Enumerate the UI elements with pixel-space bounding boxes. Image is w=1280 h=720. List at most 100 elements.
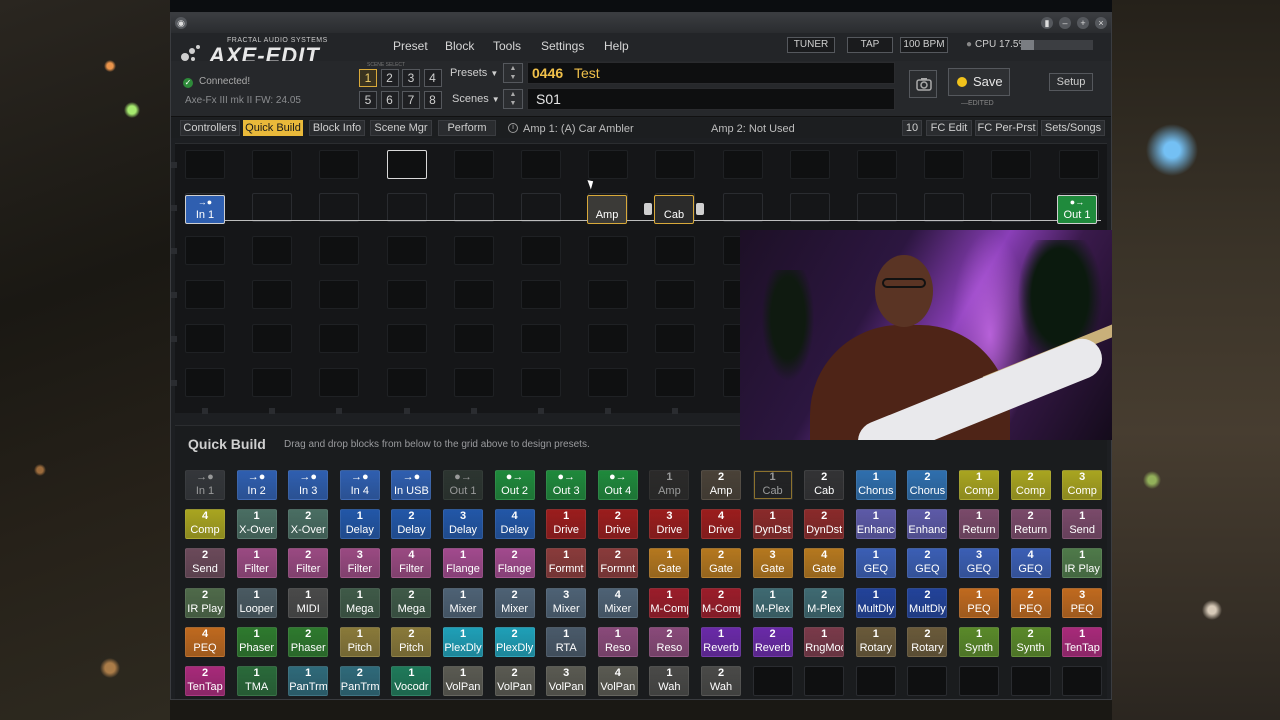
menu-preset[interactable]: Preset	[393, 39, 428, 53]
palette-block-synth-4-15[interactable]: 1 Synth	[959, 626, 999, 657]
palette-block-enhance-1-14[interactable]: 2Enhance	[907, 509, 948, 540]
palette-block-mixer-3-7[interactable]: 3 Mixer	[546, 587, 587, 618]
palette-block-dyndst-1-12[interactable]: 2 DynDst	[804, 509, 845, 540]
palette-block-reverb-4-10[interactable]: 1 Reverb	[701, 626, 741, 657]
palette-block-send-1-17[interactable]: 1 Send	[1062, 509, 1103, 540]
palette-block-m-plex-3-11[interactable]: 1 M-Plex	[752, 587, 793, 618]
close-icon[interactable]: ×	[1095, 17, 1107, 29]
scene-button-6[interactable]: 6	[380, 91, 399, 109]
grid-cell[interactable]	[588, 150, 629, 179]
grid-row-handle[interactable]	[171, 248, 177, 254]
menu-help[interactable]: Help	[604, 39, 629, 53]
grid-cell[interactable]	[453, 236, 494, 265]
tab-block-info[interactable]: Block Info	[309, 120, 365, 136]
palette-block-in-4-0-3[interactable]: →● In 4	[339, 470, 380, 500]
palette-block-m-plex-3-12[interactable]: 2 M-Plex	[804, 587, 845, 618]
grid-cell[interactable]	[319, 236, 360, 265]
palette-block-formnt-2-7[interactable]: 1 Formnt	[546, 548, 587, 579]
palette-block-wah-5-9[interactable]: 1 Wah	[649, 666, 690, 696]
minimize-icon[interactable]: –	[1059, 17, 1071, 29]
tab-scene-mgr[interactable]: Scene Mgr	[370, 120, 432, 136]
grid-cell[interactable]	[722, 193, 763, 222]
save-button[interactable]: Save	[948, 68, 1010, 96]
palette-block-out-2-0-6[interactable]: ●→ Out 2	[494, 470, 535, 500]
grid-cell[interactable]	[252, 193, 293, 222]
grid-cell[interactable]	[789, 150, 830, 179]
palette-block-volpan-5-6[interactable]: 2 VolPan	[494, 666, 535, 696]
grid-cell[interactable]	[453, 193, 494, 222]
connector-handle[interactable]	[696, 203, 704, 215]
grid-column-handle[interactable]	[470, 408, 477, 414]
palette-block-volpan-5-8[interactable]: 4 VolPan	[597, 666, 638, 696]
palette-block-x-over-1-2[interactable]: 2 X-Over	[288, 509, 329, 540]
grid-cell[interactable]	[386, 368, 427, 397]
grid-cell[interactable]	[588, 368, 629, 397]
grid-cell[interactable]	[991, 150, 1032, 179]
palette-block-filter-2-3[interactable]: 3 Filter	[339, 548, 380, 579]
grid-cell[interactable]	[386, 193, 427, 222]
palette-block-mixer-3-8[interactable]: 4 Mixer	[597, 587, 638, 618]
palette-block-tma-5-1[interactable]: 1 TMA	[236, 666, 277, 696]
palette-block-ir-play-2-17[interactable]: 1 IR Play	[1062, 548, 1103, 579]
scene-button-4[interactable]: 4	[423, 69, 442, 87]
grid-cell[interactable]	[252, 280, 293, 309]
palette-block-peq-3-15[interactable]: 1 PEQ	[959, 587, 999, 618]
grid-block-out-1[interactable]: Out 1 ●→	[1057, 195, 1097, 224]
palette-block-delay-1-6[interactable]: 4 Delay	[494, 509, 535, 540]
palette-block-comp-0-15[interactable]: 1 Comp	[959, 470, 999, 500]
grid-cell[interactable]	[521, 368, 561, 397]
scene-button-7[interactable]: 7	[402, 91, 420, 109]
tab-fc-edit[interactable]: FC Edit	[926, 120, 972, 136]
palette-block-formnt-2-8[interactable]: 2 Formnt	[597, 548, 638, 579]
palette-block-drive-1-7[interactable]: 1 Drive	[546, 509, 587, 540]
menu-tools[interactable]: Tools	[493, 39, 521, 53]
grid-cell[interactable]	[453, 324, 494, 353]
grid-cell[interactable]	[655, 280, 696, 309]
palette-block-pitch-4-4[interactable]: 2 Pitch	[391, 626, 432, 657]
grid-column-handle[interactable]	[403, 408, 410, 414]
palette-block-return-1-16[interactable]: 2 Return	[1010, 509, 1051, 540]
palette-block-rotary-4-13[interactable]: 1 Rotary	[855, 626, 896, 657]
preset-up-down-button[interactable]: ▲ ▼	[503, 63, 523, 83]
palette-block-synth-4-16[interactable]: 2 Synth	[1010, 626, 1051, 657]
palette-block-flange-2-5[interactable]: 1 Flange	[443, 548, 483, 579]
grid-cell[interactable]	[588, 324, 629, 353]
grid-cell[interactable]	[521, 280, 561, 309]
palette-block-cab-0-11[interactable]: 1 Cab	[752, 470, 793, 500]
palette-block-in-2-0-1[interactable]: →● In 2	[236, 470, 277, 500]
connector-handle[interactable]	[644, 203, 652, 215]
grid-cell[interactable]	[252, 236, 293, 265]
grid-cell[interactable]	[655, 150, 696, 179]
palette-block-pitch-4-3[interactable]: 1 Pitch	[339, 626, 380, 657]
grid-column-handle[interactable]	[202, 408, 208, 414]
palette-block-amp-0-9[interactable]: 1 Amp	[649, 470, 690, 500]
setup-button[interactable]: Setup	[1049, 73, 1093, 91]
palette-block-chorus-0-14[interactable]: 2 Chorus	[907, 470, 948, 500]
palette-block-geq-2-13[interactable]: 1 GEQ	[855, 548, 896, 579]
grid-column-handle[interactable]	[538, 408, 544, 414]
palette-block-x-over-1-1[interactable]: 1 X-Over	[236, 509, 277, 540]
grid-cell[interactable]	[319, 368, 360, 397]
grid-cell[interactable]	[722, 150, 763, 179]
grid-column-handle[interactable]	[605, 408, 612, 414]
palette-block-gate-2-12[interactable]: 4 Gate	[804, 548, 845, 579]
palette-block-geq-2-15[interactable]: 3 GEQ	[959, 548, 999, 579]
palette-block-in-usb-0-4[interactable]: →● In USB	[391, 470, 432, 500]
grid-cell[interactable]	[521, 236, 561, 265]
palette-block-plexdly-4-5[interactable]: 1 PlexDly	[443, 626, 483, 657]
scene-name-field[interactable]	[527, 88, 895, 110]
scene-button-2[interactable]: 2	[380, 69, 399, 87]
grid-cell[interactable]	[185, 150, 225, 179]
palette-block-pantrm-5-3[interactable]: 2 PanTrm	[339, 666, 380, 696]
grid-cell[interactable]	[655, 236, 696, 265]
fc-count[interactable]: 10	[902, 120, 922, 136]
grid-cell[interactable]	[857, 150, 897, 179]
scene-button-1[interactable]: 1	[359, 69, 377, 87]
palette-block-in-1-0-0[interactable]: →● In 1	[185, 470, 225, 500]
palette-block-send-2-0[interactable]: 2 Send	[185, 548, 225, 579]
scenes-dropdown[interactable]: Scenes ▼	[452, 93, 500, 105]
palette-block-out-3-0-7[interactable]: ●→ Out 3	[546, 470, 587, 500]
grid-cell[interactable]	[252, 150, 293, 179]
palette-block-rngmod-4-12[interactable]: 1 RngMod	[804, 626, 845, 657]
grid-row-handle[interactable]	[171, 162, 177, 168]
